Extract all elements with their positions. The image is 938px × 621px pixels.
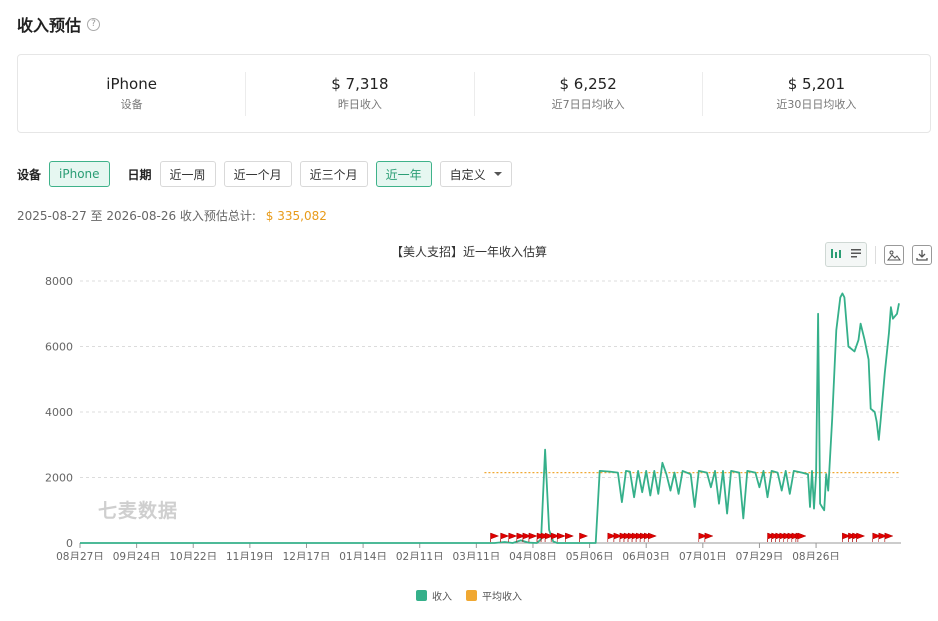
- event-flag-marker: [556, 532, 566, 542]
- custom-label: 自定义: [449, 167, 486, 182]
- income-series-line: [80, 292, 900, 544]
- stat-device: iPhone 设备: [18, 71, 247, 116]
- date-custom-dropdown[interactable]: 自定义: [439, 161, 512, 187]
- event-flag-marker: [704, 532, 714, 542]
- date-year-button[interactable]: 近一年: [375, 161, 432, 187]
- date-month-button[interactable]: 近一个月: [223, 161, 292, 187]
- date-filter-label: 日期: [127, 167, 152, 182]
- event-flag-marker: [500, 532, 510, 542]
- x-tick-label: 10月22日: [169, 551, 217, 560]
- event-flag-marker: [490, 532, 500, 542]
- stat-label: 近7日日均收入: [551, 98, 625, 111]
- page-title: 收入预估: [17, 16, 82, 35]
- event-flag-marker: [647, 532, 657, 542]
- x-tick-label: 02月11日: [396, 551, 444, 560]
- x-tick-label: 07月29日: [736, 551, 784, 560]
- y-tick-label: 0: [66, 537, 73, 550]
- event-flag-marker: [579, 532, 589, 542]
- stat-yesterday-income: $ 7,318 昨日收入: [246, 71, 475, 116]
- event-flag-marker: [508, 532, 518, 542]
- stat-label: 近30日日均收入: [776, 98, 857, 111]
- x-tick-label: 03月11日: [452, 551, 500, 560]
- chart-legend: 收入 平均收入: [0, 588, 938, 603]
- event-flag-marker: [565, 532, 575, 542]
- caret-down-icon: [493, 172, 502, 176]
- stat-value: iPhone: [106, 75, 157, 93]
- y-tick-label: 8000: [45, 275, 73, 288]
- question-circle-icon[interactable]: ?: [87, 17, 101, 31]
- x-tick-label: 11月19日: [226, 551, 274, 560]
- summary-text: 2025-08-27 至 2026-08-26 收入预估总计:: [17, 209, 256, 223]
- filter-row: 设备 iPhone 日期 近一周 近一个月 近三个月 近一年 自定义: [17, 161, 520, 187]
- device-filter-label: 设备: [17, 167, 42, 182]
- legend-swatch: [416, 590, 427, 601]
- x-tick-label: 05月06日: [566, 551, 614, 560]
- stat-label: 设备: [120, 98, 143, 111]
- x-tick-label: 06月03日: [622, 551, 670, 560]
- date-week-button[interactable]: 近一周: [159, 161, 216, 187]
- stat-value: $ 7,318: [331, 75, 389, 93]
- stat-value: $ 6,252: [559, 75, 617, 93]
- x-tick-label: 08月27日: [56, 551, 104, 560]
- stat-label: 昨日收入: [337, 98, 382, 111]
- device-iphone-button[interactable]: iPhone: [49, 161, 110, 187]
- y-tick-label: 4000: [45, 406, 73, 419]
- event-flag-marker: [884, 532, 894, 542]
- stat-30day-avg-income: $ 5,201 近30日日均收入: [703, 72, 930, 116]
- y-tick-label: 6000: [45, 341, 73, 354]
- x-tick-label: 09月24日: [113, 551, 161, 560]
- legend-item-average[interactable]: 平均收入: [466, 588, 522, 603]
- event-flag-marker: [797, 532, 807, 542]
- section-title: 收入预估 ?: [17, 12, 101, 36]
- y-tick-label: 2000: [45, 472, 73, 485]
- stat-value: $ 5,201: [787, 75, 845, 93]
- date-three-months-button[interactable]: 近三个月: [299, 161, 368, 187]
- x-tick-label: 01月14日: [339, 551, 387, 560]
- legend-item-income[interactable]: 收入: [416, 588, 452, 603]
- legend-label: 收入: [432, 592, 452, 603]
- event-flag-marker: [528, 532, 538, 542]
- stat-7day-avg-income: $ 6,252 近7日日均收入: [475, 71, 703, 116]
- legend-swatch: [466, 590, 477, 601]
- stats-card: iPhone 设备 $ 7,318 昨日收入 $ 6,252 近7日日均收入 $…: [17, 54, 931, 133]
- watermark: 七麦数据: [98, 500, 179, 522]
- event-flag-marker: [856, 532, 866, 542]
- legend-label: 平均收入: [482, 592, 522, 603]
- chart-title: 【美人支招】近一年收入估算: [390, 245, 547, 259]
- x-tick-label: 07月01日: [679, 551, 727, 560]
- x-tick-label: 08月26日: [792, 551, 840, 560]
- summary-total: $ 335,082: [265, 209, 327, 223]
- x-tick-label: 12月17日: [283, 551, 331, 560]
- x-tick-label: 04月08日: [509, 551, 557, 560]
- summary-line: 2025-08-27 至 2026-08-26 收入预估总计: $ 335,08…: [17, 207, 327, 224]
